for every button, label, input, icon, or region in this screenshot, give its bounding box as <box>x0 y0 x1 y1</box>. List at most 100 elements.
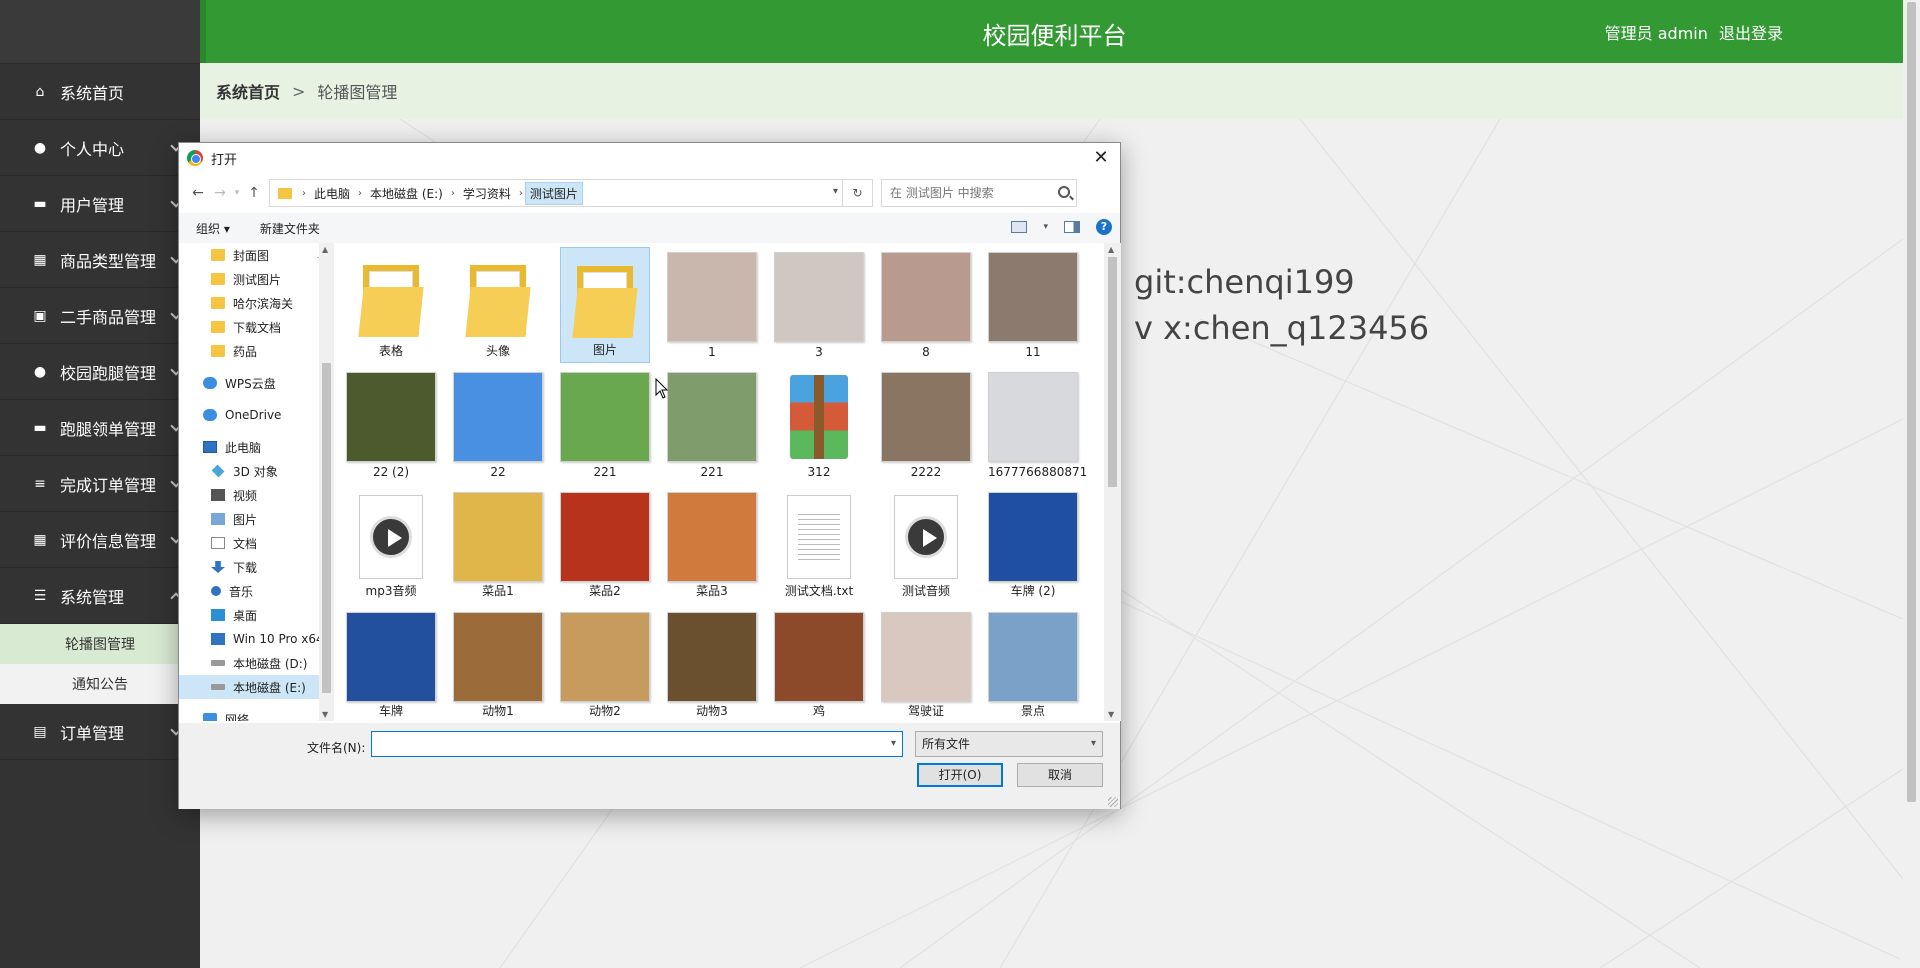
nav-item[interactable]: Win 10 Pro x64 <box>179 627 333 651</box>
up-icon[interactable]: ↑ <box>243 182 265 204</box>
nav-item[interactable]: 药品 <box>179 339 333 363</box>
forward-icon[interactable]: → <box>209 182 231 204</box>
nav-item[interactable]: 音乐 <box>179 579 333 603</box>
sidebar-item-0[interactable]: ⌂ 系统首页 <box>0 64 200 120</box>
logout-link[interactable]: 退出登录 <box>1719 24 1783 43</box>
nav-item[interactable]: 封面图⊥ <box>179 243 333 267</box>
file-item[interactable]: 车牌 <box>346 607 436 721</box>
scroll-up-icon[interactable]: ▲ <box>322 245 328 254</box>
file-item[interactable]: 测试音频 <box>881 487 971 603</box>
file-item[interactable]: 动物1 <box>453 607 543 721</box>
file-item[interactable]: 11 <box>988 247 1078 363</box>
view-dropdown-icon[interactable]: ▾ <box>1043 222 1048 232</box>
nav-item[interactable]: 下载文档 <box>179 315 333 339</box>
nav-item[interactable]: 网络 <box>179 707 333 721</box>
file-list-scrollbar[interactable]: ▲ ▼ <box>1104 243 1121 721</box>
nav-item[interactable]: 3D 对象 <box>179 459 333 483</box>
file-item[interactable]: 头像 <box>453 247 543 363</box>
file-item[interactable]: 221 <box>560 367 650 483</box>
filetype-select[interactable]: 所有文件 ▾ <box>915 731 1103 757</box>
nav-item[interactable]: 测试图片 <box>179 267 333 291</box>
filename-combobox[interactable]: ▾ <box>371 731 903 757</box>
file-item[interactable]: 图片 <box>560 247 650 363</box>
nav-pane-scroll-thumb[interactable] <box>322 363 331 693</box>
scroll-down-icon[interactable]: ▼ <box>322 710 328 719</box>
file-item[interactable]: 景点 <box>988 607 1078 721</box>
file-item[interactable]: mp3音频 <box>346 487 436 603</box>
file-item[interactable]: 1677766880871 <box>988 367 1087 483</box>
nav-item[interactable]: 视频 <box>179 483 333 507</box>
nav-pane-scrollbar[interactable]: ▲ ▼ <box>319 243 334 721</box>
nav-item[interactable]: OneDrive <box>179 403 333 427</box>
nav-item[interactable]: 本地磁盘 (D:) <box>179 651 333 675</box>
address-bar[interactable]: › 此电脑 › 本地磁盘 (E:) › 学习资料 › 测试图片 ▾ ↻ <box>269 179 873 207</box>
view-options-icon[interactable] <box>1011 221 1028 233</box>
file-item[interactable]: 1 <box>667 247 757 363</box>
nav-item[interactable]: 此电脑 <box>179 435 333 459</box>
sidebar-item-6[interactable]: ▬ 跑腿领单管理 <box>0 400 200 456</box>
sidebar-item-5[interactable]: ● 校园跑腿管理 <box>0 344 200 400</box>
address-crumb-pc[interactable]: 此电脑 <box>308 185 356 202</box>
address-crumb-current[interactable]: 测试图片 <box>524 181 583 205</box>
nav-item[interactable]: 本地磁盘 (E:) <box>179 675 333 699</box>
sidebar-item-9[interactable]: ☰ 系统管理 <box>0 568 200 624</box>
file-item[interactable]: 菜品3 <box>667 487 757 603</box>
address-crumb-study[interactable]: 学习资料 <box>457 185 517 202</box>
sidebar-item-1[interactable]: ● 个人中心 <box>0 120 200 176</box>
organize-button[interactable]: 组织 ▾ <box>196 220 230 237</box>
filetype-dropdown-icon[interactable]: ▾ <box>1091 732 1096 756</box>
nav-item[interactable]: 桌面 <box>179 603 333 627</box>
nav-item[interactable]: 文档 <box>179 531 333 555</box>
scroll-down-icon[interactable]: ▼ <box>1108 710 1114 719</box>
page-scrollbar-thumb[interactable] <box>1907 2 1916 802</box>
file-item[interactable]: 鸡 <box>774 607 864 721</box>
file-item[interactable]: 菜品1 <box>453 487 543 603</box>
address-dropdown-icon[interactable]: ▾ <box>833 186 838 197</box>
file-item[interactable]: 2222 <box>881 367 971 483</box>
file-item[interactable]: 22 (2) <box>346 367 436 483</box>
address-crumb-drive[interactable]: 本地磁盘 (E:) <box>364 185 449 202</box>
help-icon[interactable]: ? <box>1096 219 1112 235</box>
scroll-up-icon[interactable]: ▲ <box>1108 245 1114 254</box>
file-item[interactable]: 312 <box>774 367 864 483</box>
search-box[interactable] <box>881 179 1077 207</box>
sidebar-item-10[interactable]: ▤ 订单管理 <box>0 704 200 760</box>
resize-grip-icon[interactable] <box>1108 797 1118 807</box>
nav-item[interactable]: 下载 <box>179 555 333 579</box>
page-scrollbar[interactable] <box>1903 0 1920 968</box>
sidebar-item-4[interactable]: ▣ 二手商品管理 <box>0 288 200 344</box>
file-item[interactable]: 驾驶证 <box>881 607 971 721</box>
file-item[interactable]: 动物3 <box>667 607 757 721</box>
file-item[interactable]: 3 <box>774 247 864 363</box>
back-icon[interactable]: ← <box>187 182 209 204</box>
sidebar-item-2[interactable]: ▬ 用户管理 <box>0 176 200 232</box>
search-input[interactable] <box>890 186 1050 200</box>
nav-item[interactable]: WPS云盘 <box>179 371 333 395</box>
new-folder-button[interactable]: 新建文件夹 <box>260 220 320 237</box>
sidebar-item-3[interactable]: ▦ 商品类型管理 <box>0 232 200 288</box>
search-icon[interactable] <box>1058 186 1070 198</box>
file-item[interactable]: 22 <box>453 367 543 483</box>
nav-item[interactable]: 图片 <box>179 507 333 531</box>
nav-item[interactable]: 哈尔滨海关 <box>179 291 333 315</box>
filename-input[interactable] <box>372 732 872 756</box>
close-icon[interactable]: ✕ <box>1090 147 1112 169</box>
open-button[interactable]: 打开(O) <box>917 763 1003 787</box>
recent-dropdown-icon[interactable]: ▾ <box>231 182 243 204</box>
file-item[interactable]: 车牌 (2) <box>988 487 1078 603</box>
file-item[interactable]: 测试文档.txt <box>774 487 864 603</box>
filename-dropdown-icon[interactable]: ▾ <box>891 738 896 749</box>
sidebar-item-8[interactable]: ▦ 评价信息管理 <box>0 512 200 568</box>
file-item[interactable]: 表格 <box>346 247 436 363</box>
sidebar-subitem-0[interactable]: 轮播图管理 <box>0 624 200 664</box>
file-item[interactable]: 菜品2 <box>560 487 650 603</box>
sidebar-item-7[interactable]: ≡ 完成订单管理 <box>0 456 200 512</box>
file-list-scroll-thumb[interactable] <box>1108 257 1117 487</box>
preview-pane-icon[interactable] <box>1064 221 1080 233</box>
file-item[interactable]: 动物2 <box>560 607 650 721</box>
dialog-titlebar[interactable]: 打开 ✕ <box>179 143 1120 173</box>
refresh-icon[interactable]: ↻ <box>842 180 872 206</box>
breadcrumb-home[interactable]: 系统首页 <box>216 79 280 103</box>
sidebar-subitem-1[interactable]: 通知公告 <box>0 664 200 704</box>
cancel-button[interactable]: 取消 <box>1017 763 1103 787</box>
